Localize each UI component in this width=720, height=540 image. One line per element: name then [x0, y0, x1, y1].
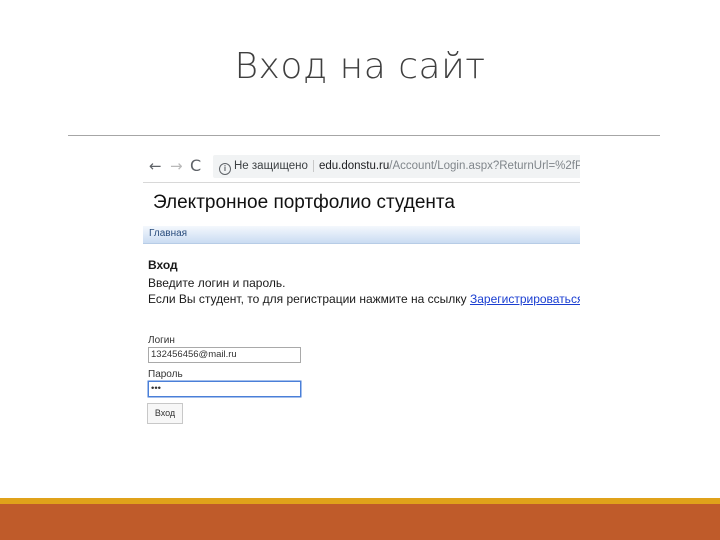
site-menu: Главная	[143, 226, 580, 244]
not-secure-label: Не защищено	[234, 160, 314, 172]
login-heading: Вход	[148, 258, 178, 272]
site-title: Электронное портфолио студента	[153, 192, 455, 213]
register-prefix: Если Вы студент, то для регистрации нажм…	[148, 292, 470, 306]
url-host: edu.donstu.ru	[318, 160, 390, 172]
browser-screenshot: ← → C i Не защищено edu.donstu.ru/Account/…	[143, 152, 580, 427]
menu-item-home[interactable]: Главная	[149, 228, 187, 239]
info-icon[interactable]: i	[219, 163, 231, 175]
browser-toolbar: ← → C i Не защищено edu.donstu.ru/Account/…	[143, 152, 580, 183]
login-input[interactable]: 132456456@mail.ru	[148, 347, 301, 363]
forward-arrow-icon[interactable]: →	[170, 157, 183, 175]
slide-title: Вход на сайт	[234, 46, 486, 87]
back-arrow-icon[interactable]: ←	[149, 157, 162, 175]
login-hint: Введите логин и пароль.	[148, 276, 286, 290]
title-divider	[68, 135, 660, 136]
address-bar[interactable]: i Не защищено edu.donstu.ru/Account/Login.…	[213, 155, 580, 178]
password-input[interactable]: •••	[148, 381, 301, 397]
password-label: Пароль	[148, 369, 183, 380]
login-label: Логин	[148, 335, 175, 346]
register-link[interactable]: Зарегистрироваться	[470, 292, 580, 306]
register-instructions: Если Вы студент, то для регистрации нажм…	[148, 292, 580, 306]
footer-bar	[0, 504, 720, 540]
reload-icon[interactable]: C	[190, 157, 201, 175]
url-path: /Account/Login.aspx?ReturnUrl=%2fPortfol…	[389, 160, 580, 172]
login-submit-button[interactable]: Вход	[147, 403, 183, 424]
